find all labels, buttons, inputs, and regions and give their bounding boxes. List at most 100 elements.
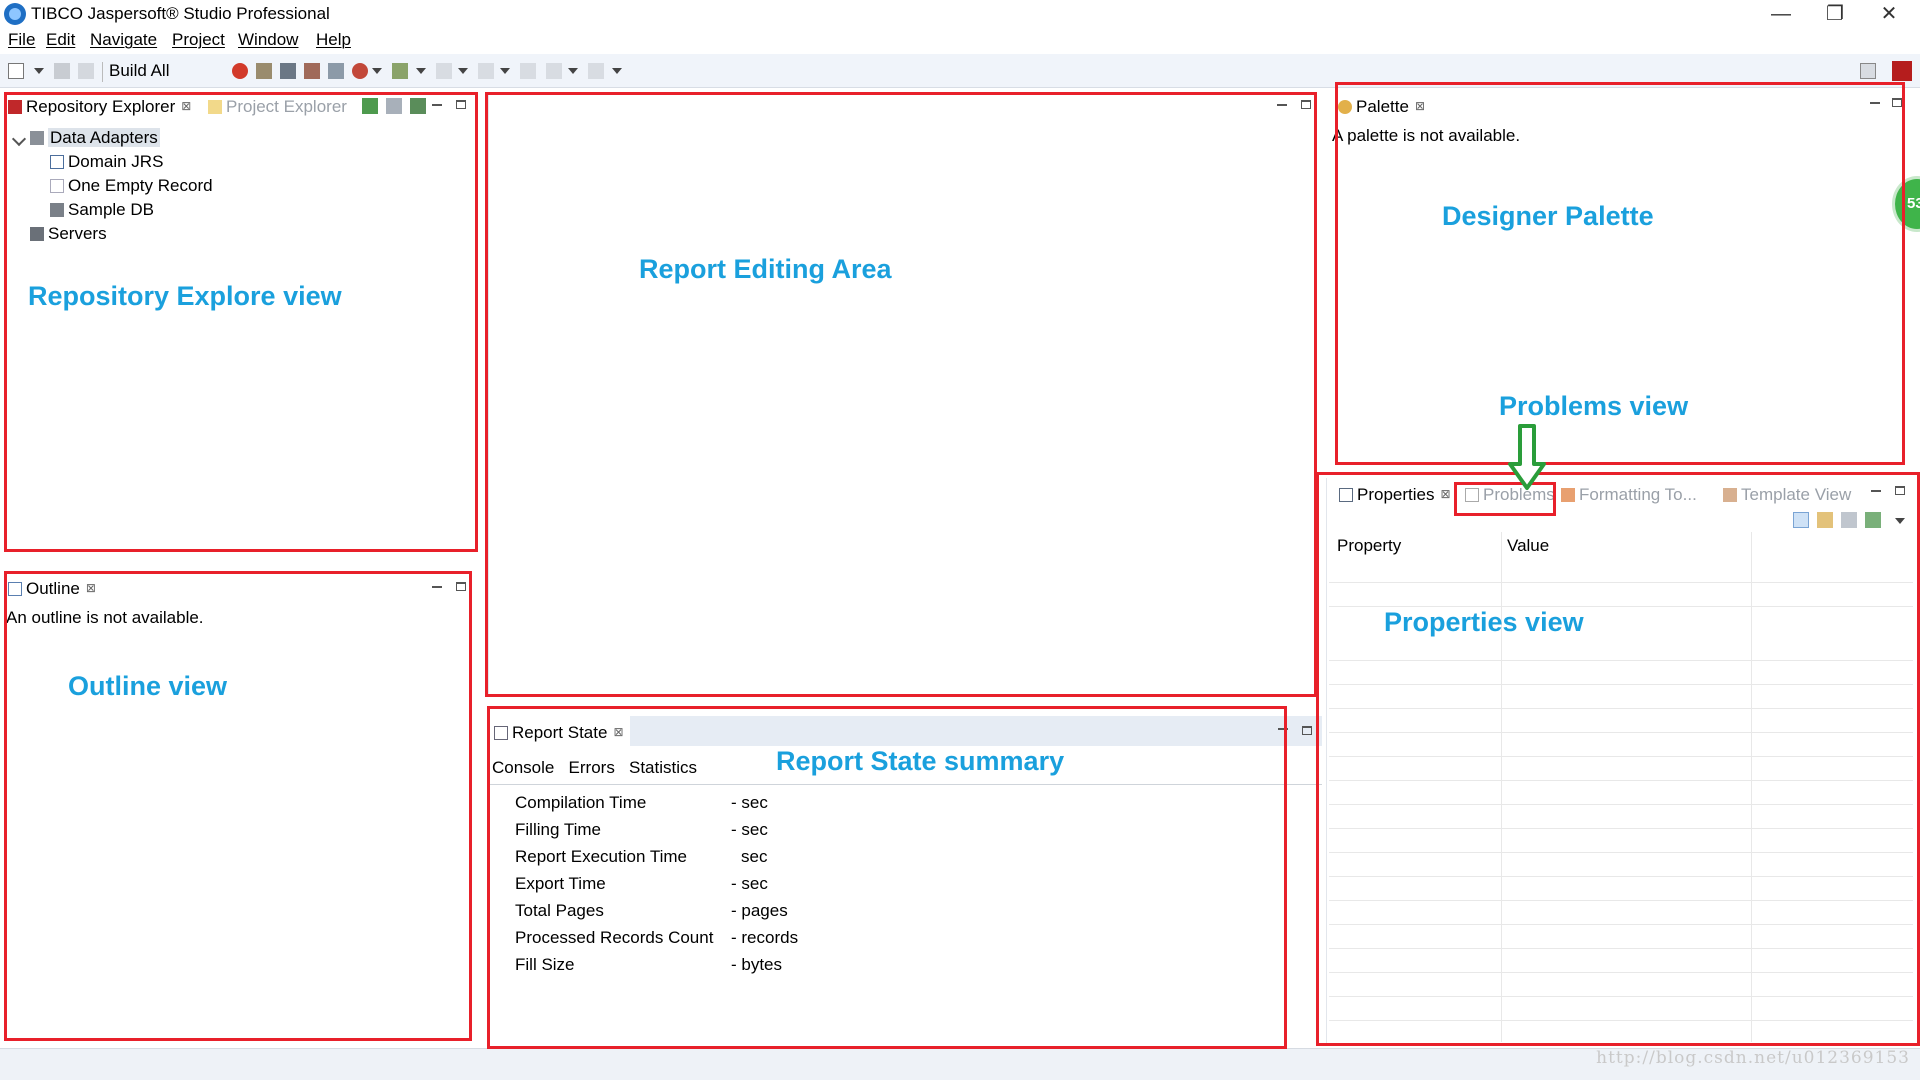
prev-annotation-icon[interactable] [436,63,452,79]
minimize-editor-icon[interactable] [1277,104,1287,107]
new-dropdown-icon[interactable] [34,68,44,74]
green-down-arrow-icon [1508,424,1546,490]
tab-palette[interactable]: Palette ⊠ [1334,92,1431,122]
link-icon[interactable] [386,98,402,114]
back-dropdown-icon[interactable] [568,68,578,74]
tab-template-view[interactable]: Template View [1719,480,1857,510]
annotation-outline: Outline view [68,671,228,701]
close-report-state-tab-icon[interactable]: ⊠ [613,725,623,739]
database-icon[interactable] [280,63,296,79]
run-icon[interactable] [352,63,368,79]
stat-value: - records [731,928,799,947]
report-state-tabstrip: Report State ⊠ [488,716,1322,746]
report-editing-area[interactable] [488,92,1316,694]
minimize-report-state-icon[interactable] [1278,728,1288,731]
edit-icon[interactable] [304,63,320,79]
minimize-properties-icon[interactable] [1871,490,1881,493]
menu-edit[interactable]: Edit [46,30,75,50]
minimize-button[interactable]: — [1754,0,1808,30]
import-icon[interactable] [410,98,426,114]
annotation-report-state: Report State summary [776,746,1065,776]
advanced-icon[interactable] [1841,512,1857,528]
stat-value: - sec [731,793,768,812]
maximize-properties-icon[interactable] [1895,486,1905,495]
view-menu-icon[interactable] [1895,518,1905,524]
menu-window[interactable]: Window [238,30,298,50]
tree-item-sample-db[interactable]: Sample DB [50,200,154,220]
maximize-view-icon[interactable] [456,100,466,109]
categories-icon[interactable] [1793,512,1809,528]
jaspersoft-perspective-icon[interactable] [1892,61,1912,81]
repository-tabstrip: Repository Explorer ⊠ Project Explorer [4,92,478,122]
properties-panel: Properties ⊠ Problems Formatting To... Te… [1326,478,1914,1046]
maximize-editor-icon[interactable] [1301,100,1311,109]
filter-icon[interactable] [1817,512,1833,528]
menu-bar: File Edit Navigate Project Window Help [0,30,1920,54]
add-data-adapter-icon[interactable] [362,98,378,114]
last-edit-icon[interactable] [520,63,536,79]
prev-annotation-dropdown-icon[interactable] [458,68,468,74]
back-icon[interactable] [546,63,562,79]
column-header-property: Property [1337,536,1402,555]
forward-dropdown-icon[interactable] [612,68,622,74]
title-bar: TIBCO Jaspersoft® Studio Professional — … [0,0,1920,30]
tab-properties[interactable]: Properties ⊠ [1335,480,1457,510]
grid-line [1329,780,1913,781]
tree-item-data-adapters[interactable]: Data Adapters [30,128,160,148]
stat-label: Processed Records Count [515,928,714,947]
annotation-editing: Report Editing Area [639,254,892,284]
tree-item-domain-jrs[interactable]: Domain JRS [50,152,163,172]
close-tab-icon[interactable]: ⊠ [181,99,191,113]
menu-help[interactable]: Help [316,30,351,50]
stat-label: Compilation Time [515,793,647,812]
maximize-report-state-icon[interactable] [1302,726,1312,735]
open-perspective-icon[interactable] [1860,63,1876,79]
run-dropdown-icon[interactable] [372,68,382,74]
close-outline-tab-icon[interactable]: ⊠ [86,581,96,595]
tab-outline[interactable]: Outline ⊠ [4,574,102,604]
next-annotation-dropdown-icon[interactable] [500,68,510,74]
tree-item-one-empty-record[interactable]: One Empty Record [50,176,213,196]
subtab-console[interactable]: Console [492,758,554,777]
close-palette-tab-icon[interactable]: ⊠ [1415,99,1425,113]
problems-icon [1465,488,1479,502]
save-all-icon[interactable] [78,63,94,79]
debug-icon[interactable] [232,63,248,79]
restore-default-icon[interactable] [1865,512,1881,528]
menu-project[interactable]: Project [172,30,225,50]
new-icon[interactable] [8,63,24,79]
publish-icon[interactable] [392,63,408,79]
save-icon[interactable] [54,63,70,79]
minimize-outline-icon[interactable] [432,586,442,589]
publish-dropdown-icon[interactable] [416,68,426,74]
build-all-button[interactable]: Build All [109,61,169,81]
forward-icon[interactable] [588,63,604,79]
sample-db-icon [50,203,64,217]
grid-line [1329,708,1913,709]
palette-message: A palette is not available. [1332,126,1521,145]
maximize-palette-icon[interactable] [1892,98,1902,107]
tree-item-servers[interactable]: Servers [30,224,107,244]
menu-navigate[interactable]: Navigate [90,30,157,50]
annotation-repository: Repository Explore view [28,281,342,311]
subtab-errors[interactable]: Errors [569,758,615,777]
restore-button[interactable]: ❐ [1808,0,1862,30]
close-window-button[interactable]: ✕ [1862,0,1916,30]
minimize-palette-icon[interactable] [1870,102,1880,105]
maximize-outline-icon[interactable] [456,582,466,591]
export-icon[interactable] [328,63,344,79]
next-annotation-icon[interactable] [478,63,494,79]
grid-line [1329,852,1913,853]
minimize-view-icon[interactable] [432,104,442,107]
subtab-statistics[interactable]: Statistics [629,758,697,777]
tab-report-state[interactable]: Report State ⊠ [490,716,630,746]
tab-repository-explorer[interactable]: Repository Explorer ⊠ [4,92,198,122]
report-state-icon [494,726,508,740]
tab-project-explorer[interactable]: Project Explorer [204,92,353,122]
tab-formatting-tools[interactable]: Formatting To... [1557,480,1703,510]
stat-value: - bytes [731,955,783,974]
report-icon[interactable] [256,63,272,79]
server-icon [30,227,44,241]
close-properties-tab-icon[interactable]: ⊠ [1440,487,1450,501]
menu-file[interactable]: File [8,30,35,50]
